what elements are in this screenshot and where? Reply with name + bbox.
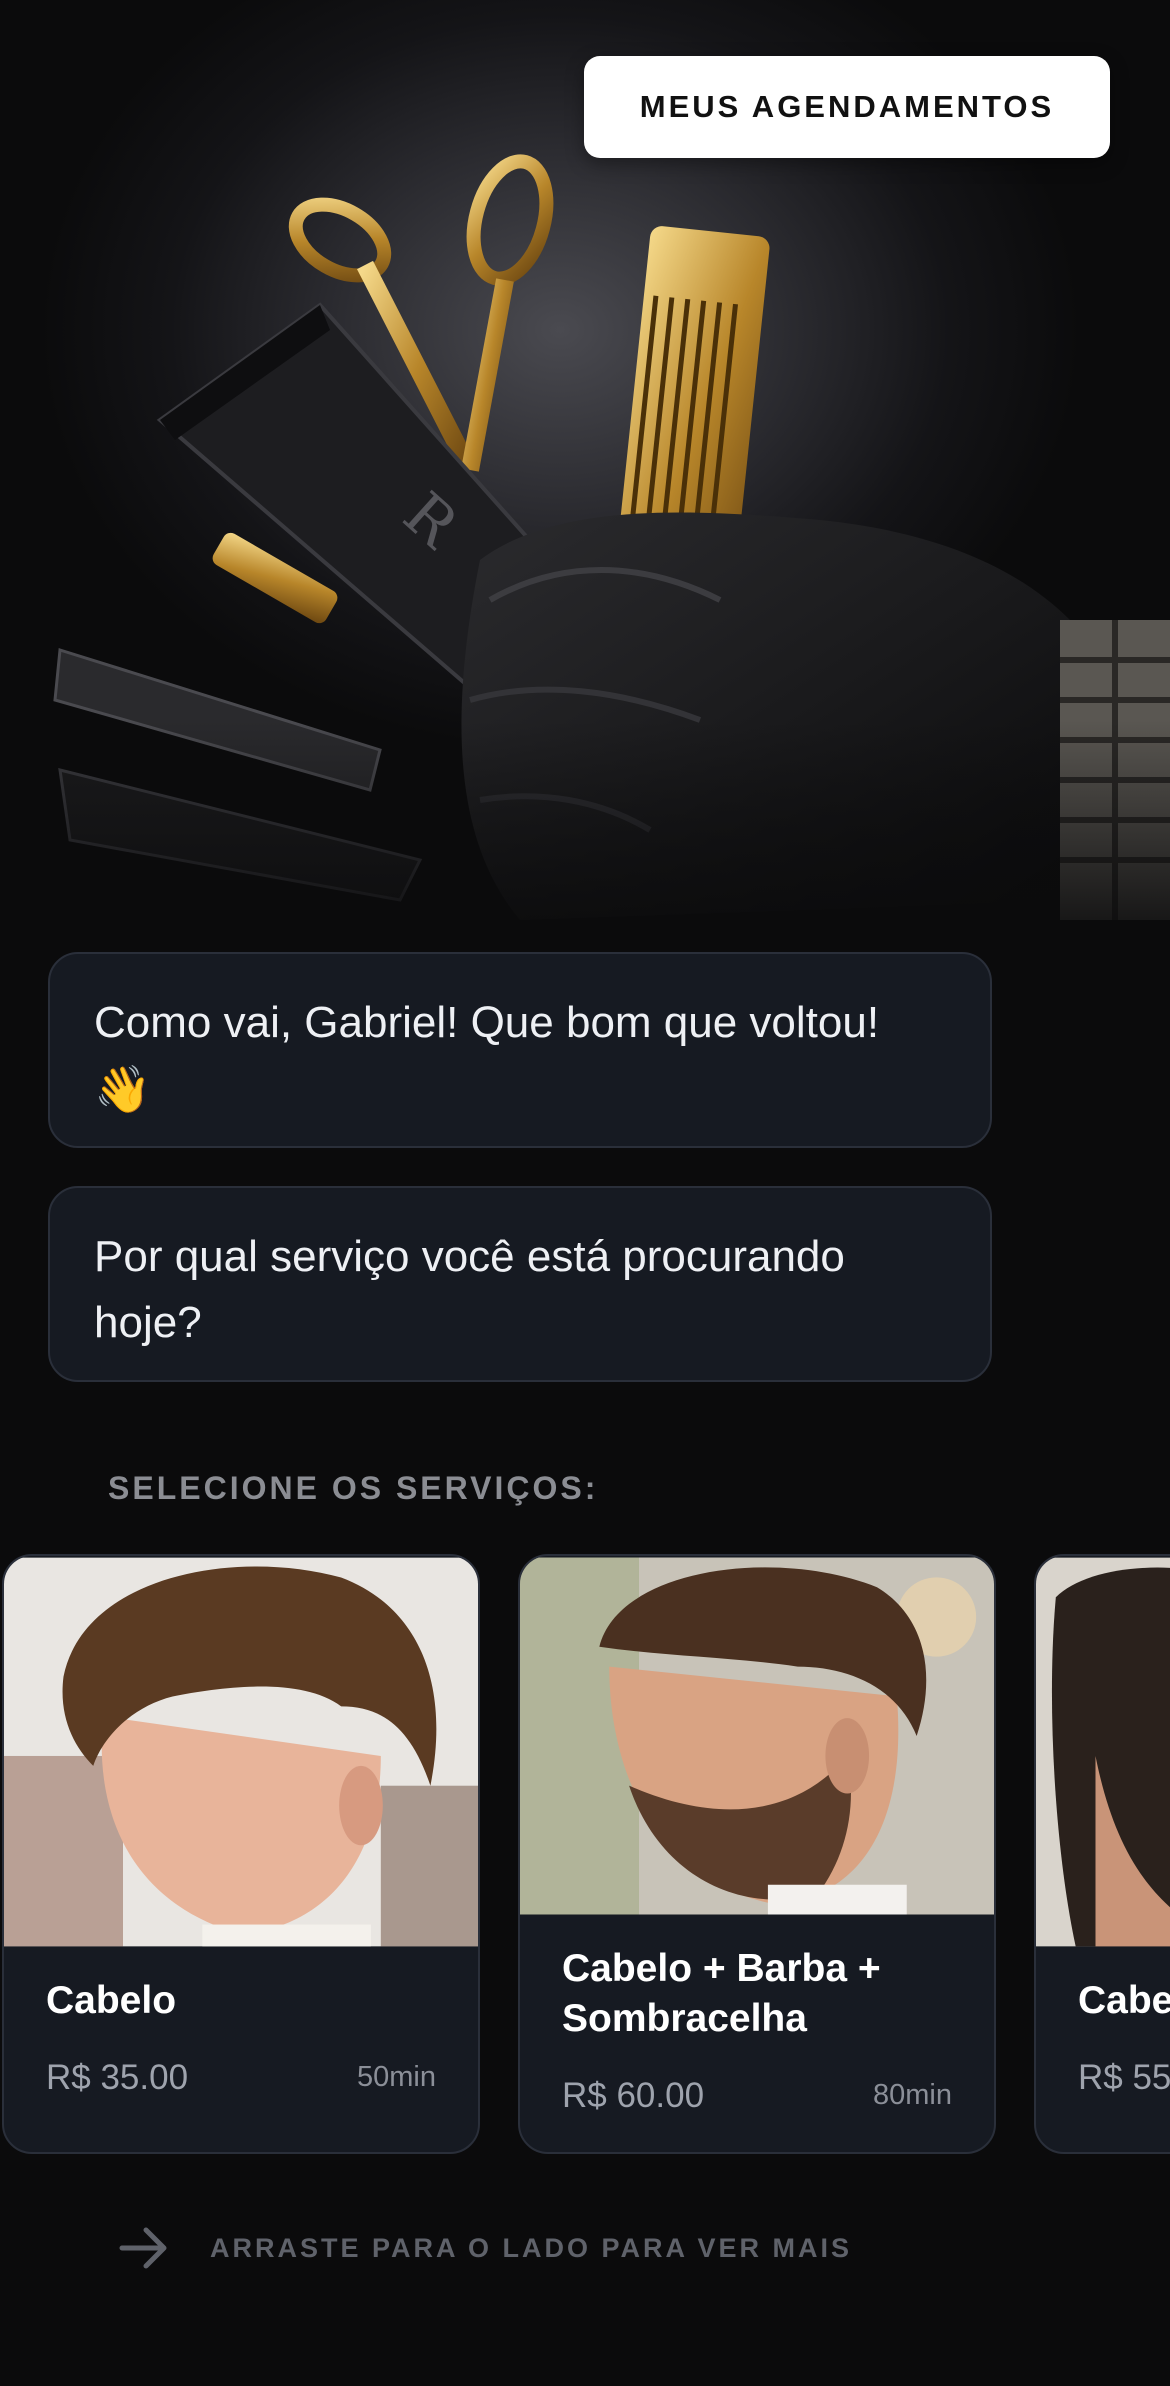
service-title: Cabelo [46, 1979, 177, 2022]
greeting-text: Como vai, Gabriel! Que bom que voltou! [94, 998, 880, 1047]
service-duration: 50min [357, 2061, 436, 2093]
razor-icon [53, 648, 423, 902]
question-text: Por qual serviço você está procurando ho… [94, 1232, 845, 1347]
page: R MEUS AGENDAMENTOS Como vai, Gabriel! Q… [0, 0, 1170, 2386]
swipe-hint: ARRASTE PARA O LADO PARA VER MAIS [118, 2222, 852, 2274]
service-photo [4, 1557, 478, 1947]
service-photo [1036, 1557, 1170, 1947]
my-appointments-button[interactable]: MEUS AGENDAMENTOS [584, 56, 1110, 158]
services-carousel[interactable]: Cabelo R$ 35.00 50min Cabelo + Barba + S… [0, 1554, 1170, 2154]
service-card-partial[interactable]: Cabe R$ 55 [1034, 1554, 1170, 2154]
watch-icon [1060, 620, 1170, 920]
services-section-label: SELECIONE OS SERVIÇOS: [108, 1470, 599, 1506]
service-card-cabelo-barba-sombracelha[interactable]: Cabelo + Barba + Sombracelha R$ 60.00 80… [518, 1554, 996, 2154]
service-title: Cabe [1078, 1979, 1170, 2022]
question-bubble: Por qual serviço você está procurando ho… [48, 1186, 992, 1382]
arrow-right-icon [119, 2227, 167, 2269]
service-price: R$ 55 [1078, 2058, 1170, 2097]
swipe-hint-text: ARRASTE PARA O LADO PARA VER MAIS [210, 2232, 853, 2263]
service-duration: 80min [873, 2079, 952, 2111]
service-card-cabelo[interactable]: Cabelo R$ 35.00 50min [2, 1554, 480, 2154]
greeting-bubble: Como vai, Gabriel! Que bom que voltou! 👋 [48, 952, 992, 1148]
service-photo [520, 1557, 994, 1915]
gloved-hand-icon [461, 512, 1090, 920]
waving-hand-icon: 👋 [94, 1063, 152, 1115]
service-price: R$ 35.00 [46, 2058, 189, 2097]
service-title: Cabelo + Barba + Sombracelha [562, 1947, 881, 2040]
service-price: R$ 60.00 [562, 2076, 705, 2115]
